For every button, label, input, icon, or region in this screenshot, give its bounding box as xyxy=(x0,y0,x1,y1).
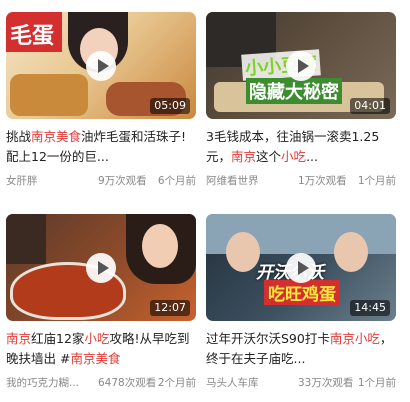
view-count: 9万次观看 xyxy=(98,175,147,187)
title-highlight: 小吃 xyxy=(84,331,110,346)
title-text: 过年开沃尔沃S90打卡 xyxy=(206,331,330,346)
video-meta: 女肝胖 9万次观看 6个月前 xyxy=(6,173,196,189)
duration-badge: 05:09 xyxy=(150,98,190,114)
view-count: 6478次观看 xyxy=(98,377,157,389)
video-grid: 毛蛋 05:09 挑战南京美食油炸毛蛋和活珠子!配上12一份的巨... 女肝胖 … xyxy=(0,0,410,402)
upload-time: 1个月前 xyxy=(357,377,396,389)
view-count: 1万次观看 xyxy=(298,175,347,187)
title-text: 挑战 xyxy=(6,129,32,144)
channel-name[interactable]: 女肝胖 xyxy=(6,173,38,188)
thumb-overlay-text: 隐藏大秘密 xyxy=(246,78,342,104)
channel-name[interactable]: 我的巧克力糊... xyxy=(6,375,79,390)
title-highlight: 小吃 xyxy=(281,149,307,164)
thumb-overlay-text: 毛蛋 xyxy=(10,24,55,49)
video-card[interactable]: 开沃尔沃 吃旺鸡蛋 14:45 过年开沃尔沃S90打卡南京小吃，终于在夫子庙吃.… xyxy=(206,214,396,391)
thumb-face xyxy=(334,232,368,272)
video-title[interactable]: 挑战南京美食油炸毛蛋和活珠子!配上12一份的巨... xyxy=(6,127,196,167)
title-text: ... xyxy=(306,149,318,164)
channel-name[interactable]: 马头人车库 xyxy=(206,375,259,390)
channel-name[interactable]: 阿维看世界 xyxy=(206,173,259,188)
thumb-face xyxy=(226,232,260,272)
title-highlight: 南京 xyxy=(6,331,32,346)
thumb-food xyxy=(10,74,88,116)
video-title[interactable]: 过年开沃尔沃S90打卡南京小吃，终于在夫子庙吃... xyxy=(206,329,396,369)
video-card[interactable]: 12:07 南京红庙12家小吃攻略!从早吃到晚扶墙出 #南京美食 我的巧克力糊.… xyxy=(6,214,196,391)
play-icon[interactable] xyxy=(286,252,316,283)
duration-badge: 04:01 xyxy=(350,98,390,114)
video-thumbnail[interactable]: 小小豆腐 隐藏大秘密 04:01 xyxy=(206,12,396,119)
title-text: 红庙12家 xyxy=(31,331,85,346)
title-highlight: 南京小吃 xyxy=(329,331,380,346)
upload-time: 1个月前 xyxy=(357,175,396,187)
thumb-overlay-text: 吃旺鸡蛋 xyxy=(264,280,340,305)
video-thumbnail[interactable]: 12:07 xyxy=(6,214,196,321)
duration-badge: 12:07 xyxy=(150,300,190,316)
title-text: 这个 xyxy=(256,149,282,164)
view-count: 33万次观看 xyxy=(298,377,354,389)
video-title[interactable]: 3毛钱成本，往油锅一滚卖1.25元，南京这个小吃... xyxy=(206,127,396,167)
duration-badge: 14:45 xyxy=(350,300,390,316)
video-title[interactable]: 南京红庙12家小吃攻略!从早吃到晚扶墙出 #南京美食 xyxy=(6,329,196,369)
title-highlight: 南京美食 xyxy=(70,351,121,366)
thumb-person xyxy=(6,214,46,264)
upload-time: 2个月前 xyxy=(157,377,196,389)
video-thumbnail[interactable]: 开沃尔沃 吃旺鸡蛋 14:45 xyxy=(206,214,396,321)
video-meta: 马头人车库 33万次观看 1个月前 xyxy=(206,375,396,391)
video-meta: 阿维看世界 1万次观看 1个月前 xyxy=(206,173,396,189)
video-card[interactable]: 小小豆腐 隐藏大秘密 04:01 3毛钱成本，往油锅一滚卖1.25元，南京这个小… xyxy=(206,12,396,189)
video-meta: 我的巧克力糊... 6478次观看 2个月前 xyxy=(6,375,196,391)
video-card[interactable]: 毛蛋 05:09 挑战南京美食油炸毛蛋和活珠子!配上12一份的巨... 女肝胖 … xyxy=(6,12,196,189)
play-icon[interactable] xyxy=(86,50,116,81)
play-icon[interactable] xyxy=(86,252,116,283)
thumb-face xyxy=(142,224,178,268)
play-icon[interactable] xyxy=(286,50,316,81)
video-thumbnail[interactable]: 毛蛋 05:09 xyxy=(6,12,196,119)
title-highlight: 南京 xyxy=(231,149,257,164)
upload-time: 6个月前 xyxy=(157,175,196,187)
title-highlight: 南京美食 xyxy=(31,129,82,144)
